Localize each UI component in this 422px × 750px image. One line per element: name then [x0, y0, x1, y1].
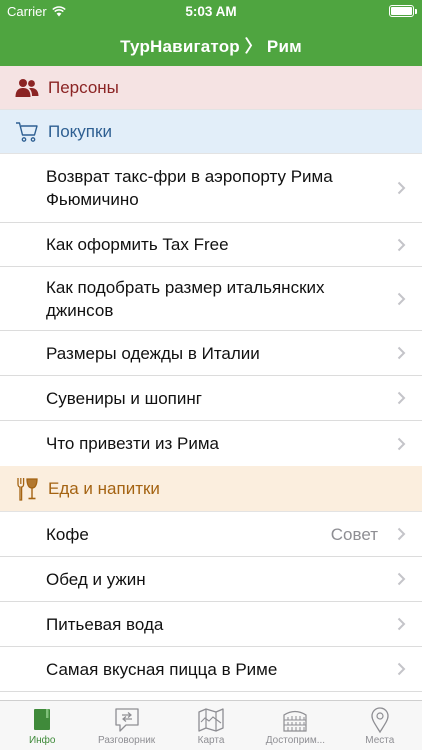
section-persons-label: Персоны: [48, 77, 119, 97]
list-item[interactable]: Размеры одежды в Италии: [0, 331, 422, 376]
list-item-label: Что привезти из Рима: [46, 434, 219, 453]
food-drink-icon: [14, 477, 40, 501]
list-item-label: Как оформить Tax Free: [46, 235, 229, 254]
chevron-right-icon: [397, 391, 406, 405]
list-item[interactable]: Как оформить Tax Free: [0, 223, 422, 267]
page-title: ТурНавигатор 〉 Рим: [120, 37, 302, 56]
chevron-right-icon: [397, 572, 406, 586]
section-shopping: Покупки: [0, 110, 422, 154]
chevron-right-icon: [397, 662, 406, 676]
book-icon: [34, 709, 51, 730]
landmark-icon: [283, 710, 308, 732]
list-item-label: Сувениры и шопинг: [46, 388, 202, 408]
tab-phrasebook-label: Разговорник: [98, 735, 156, 746]
pin-icon: [371, 707, 389, 734]
list-item-label: Возврат такс-фри в аэропорту Рима Фьюмич…: [46, 167, 333, 209]
map-icon: [198, 708, 224, 732]
list-item-label: Размеры одежды в Италии: [46, 343, 260, 363]
persons-icon: [14, 76, 40, 100]
list-item-label: Питьевая вода: [46, 614, 164, 634]
tab-info[interactable]: Инфо: [0, 701, 84, 750]
list-item[interactable]: Как подобрать размер итальянских джинсов: [0, 267, 422, 331]
tab-map-label: Карта: [197, 735, 225, 746]
section-shopping-label: Покупки: [48, 121, 112, 141]
list-item[interactable]: Возврат такс-фри в аэропорту Рима Фьюмич…: [0, 154, 422, 223]
list-item-detail: Совет: [330, 524, 378, 544]
status-time: 5:03 AM: [185, 4, 237, 19]
info-list: Персоны Покупки Возврат такс-фри в аэроп…: [0, 66, 422, 692]
list-item-label: Обед и ужин: [46, 569, 146, 589]
chevron-right-icon: [397, 292, 406, 305]
tab-bar: Инфо Разговорник Карта Достоприм... Мест…: [0, 700, 422, 750]
chevron-right-icon: [397, 346, 406, 360]
phrasebook-icon: [114, 708, 139, 732]
chevron-right-icon: [397, 617, 406, 631]
list-item[interactable]: Обед и ужин: [0, 557, 422, 602]
chevron-right-icon: [397, 238, 406, 251]
chevron-right-icon: [397, 181, 406, 195]
section-persons[interactable]: Персоны: [0, 66, 422, 110]
tab-map[interactable]: Карта: [169, 701, 253, 750]
tab-info-label: Инфо: [28, 735, 56, 746]
list-item[interactable]: Самая вкусная пицца в Риме: [0, 647, 422, 692]
battery-icon: [389, 5, 417, 17]
list-item-label: Кофе: [46, 524, 89, 544]
list-item-label: Как подобрать размер итальянских джинсов: [46, 277, 325, 320]
chevron-right-icon: [397, 527, 406, 541]
list-item[interactable]: Кофе Совет: [0, 512, 422, 557]
list-item[interactable]: Питьевая вода: [0, 602, 422, 647]
section-food-label: Еда и напитки: [48, 478, 160, 498]
navigation-bar: Carrier 5:03 AM ТурНавигатор 〉 Рим: [0, 0, 422, 66]
cart-icon: [14, 120, 40, 144]
list-item[interactable]: Сувениры и шопинг: [0, 376, 422, 421]
list-item[interactable]: Что привезти из Рима: [0, 421, 422, 466]
tab-sights-label: Достоприм...: [265, 735, 326, 746]
chevron-right-icon: [397, 437, 406, 450]
tab-places-label: Места: [365, 735, 395, 746]
tab-sights[interactable]: Достоприм...: [253, 701, 337, 750]
section-food: Еда и напитки: [0, 466, 422, 512]
status-bar: Carrier 5:03 AM: [0, 0, 422, 22]
tab-phrasebook[interactable]: Разговорник: [84, 701, 168, 750]
tab-places[interactable]: Места: [338, 701, 422, 750]
list-item-label: Самая вкусная пицца в Риме: [46, 659, 278, 679]
